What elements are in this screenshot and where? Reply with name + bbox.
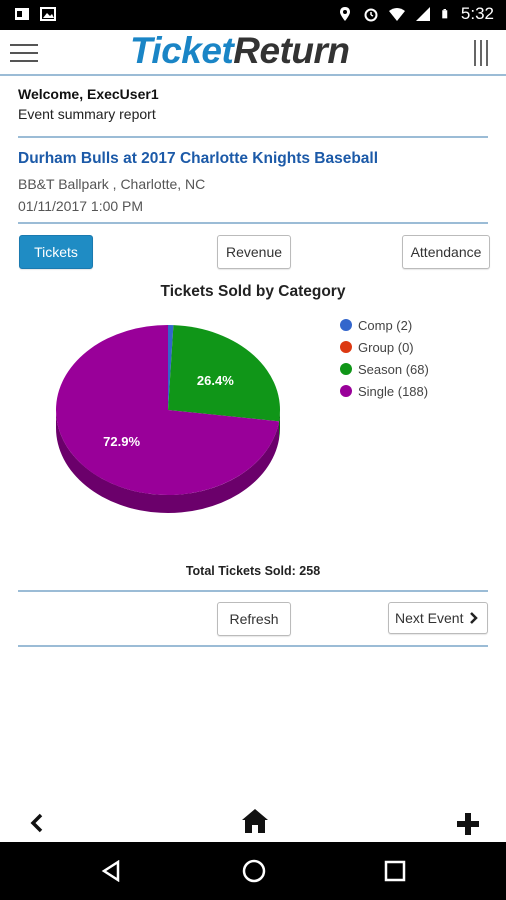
legend-swatch — [340, 341, 352, 353]
total-tickets: Total Tickets Sold: 258 — [185, 564, 321, 578]
refresh-button[interactable]: Refresh — [217, 602, 291, 636]
signal-icon — [415, 7, 430, 21]
home-icon[interactable] — [241, 808, 269, 834]
plus-icon[interactable] — [456, 812, 480, 836]
legend-swatch — [340, 385, 352, 397]
legend-item: Group (0) — [340, 336, 429, 358]
legend-label: Season (68) — [358, 361, 429, 377]
legend-label: Comp (2) — [358, 317, 413, 333]
report-subtitle: Event summary report — [18, 106, 156, 122]
bottom-nav — [0, 800, 506, 842]
divider — [18, 222, 488, 224]
next-event-button[interactable]: Next Event — [388, 602, 488, 634]
status-time: 5:32 — [460, 4, 494, 23]
alarm-icon — [364, 8, 378, 22]
battery-icon — [442, 9, 448, 19]
location-icon — [339, 7, 350, 21]
wifi-icon — [388, 8, 405, 21]
chart-title: Tickets Sold by Category — [160, 283, 346, 300]
tab-revenue[interactable]: Revenue — [217, 235, 291, 269]
app-header: TicketReturn — [0, 30, 506, 76]
android-back-icon[interactable] — [100, 860, 122, 882]
back-chevron-icon[interactable] — [28, 812, 46, 834]
tab-attendance[interactable]: Attendance — [402, 235, 490, 269]
divider — [18, 136, 488, 138]
outlook-icon — [15, 8, 29, 20]
android-recents-icon[interactable] — [384, 860, 406, 882]
divider — [18, 590, 488, 592]
menu-icon[interactable] — [10, 44, 38, 62]
legend-item: Comp (2) — [340, 314, 429, 336]
pie-data-label: 26.4% — [197, 373, 234, 388]
tab-tickets[interactable]: Tickets — [19, 235, 93, 269]
android-nav-bar — [0, 842, 506, 900]
event-title[interactable]: Durham Bulls at 2017 Charlotte Knights B… — [18, 150, 488, 168]
event-info: Durham Bulls at 2017 Charlotte Knights B… — [18, 150, 488, 214]
welcome-greeting: Welcome, ExecUser1 — [18, 86, 159, 102]
welcome-block: Welcome, ExecUser1 Event summary report — [18, 86, 488, 122]
legend-item: Single (188) — [340, 380, 429, 402]
pie-chart: 26.4% 72.9% — [56, 325, 281, 513]
event-datetime: 01/11/2017 1:00 PM — [18, 198, 144, 214]
legend-label: Group (0) — [358, 339, 414, 355]
image-icon — [40, 7, 56, 21]
divider — [18, 645, 488, 647]
legend-swatch — [340, 363, 352, 375]
android-home-icon[interactable] — [242, 859, 266, 883]
next-event-label: Next Event — [395, 610, 464, 626]
legend-swatch — [340, 319, 352, 331]
pie-data-label: 72.9% — [103, 434, 140, 449]
status-bar: 5:32 — [0, 0, 506, 30]
event-venue: BB&T Ballpark , Charlotte, NC — [18, 176, 206, 192]
legend-item: Season (68) — [340, 358, 429, 380]
chart-legend: Comp (2) Group (0) Season (68) Single (188) — [340, 314, 429, 402]
legend-label: Single (188) — [358, 383, 429, 399]
chevron-right-icon — [470, 612, 479, 624]
app-logo: TicketReturn — [130, 30, 350, 71]
options-icon[interactable] — [474, 40, 494, 66]
